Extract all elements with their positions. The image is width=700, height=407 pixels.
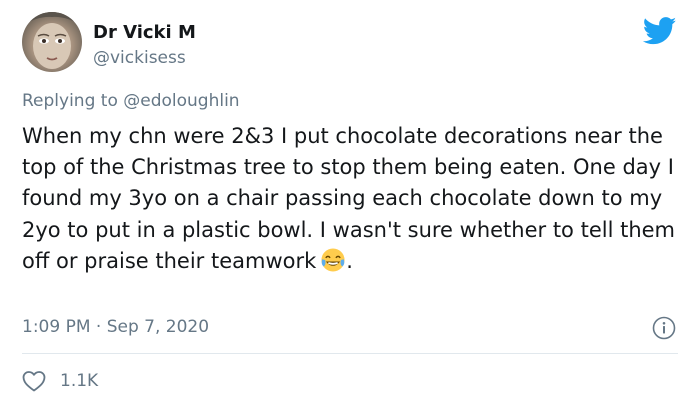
reply-context: Replying to @edoloughlin [22, 90, 240, 112]
divider [22, 353, 678, 354]
tweet-card: Dr Vicki M @vickisess Replying to @edolo… [0, 0, 700, 407]
info-icon[interactable] [652, 316, 676, 340]
heart-icon[interactable] [22, 370, 46, 392]
reply-prefix: Replying to [22, 91, 124, 111]
reply-mention-link[interactable]: @edoloughlin [123, 91, 239, 111]
tweet-trailing-text: . [346, 248, 353, 273]
tears-of-joy-emoji-icon [321, 248, 345, 272]
author-handle[interactable]: @vickisess [93, 47, 186, 69]
author-display-name[interactable]: Dr Vicki M [93, 22, 196, 44]
avatar-image [22, 12, 82, 69]
like-count[interactable]: 1.1K [60, 370, 98, 392]
twitter-bird-icon[interactable] [643, 17, 677, 45]
tweet-timestamp[interactable]: 1:09 PM · Sep 7, 2020 [22, 316, 209, 338]
avatar[interactable] [22, 12, 82, 72]
tweet-text: When my chn were 2&3 I put chocolate dec… [22, 121, 682, 277]
